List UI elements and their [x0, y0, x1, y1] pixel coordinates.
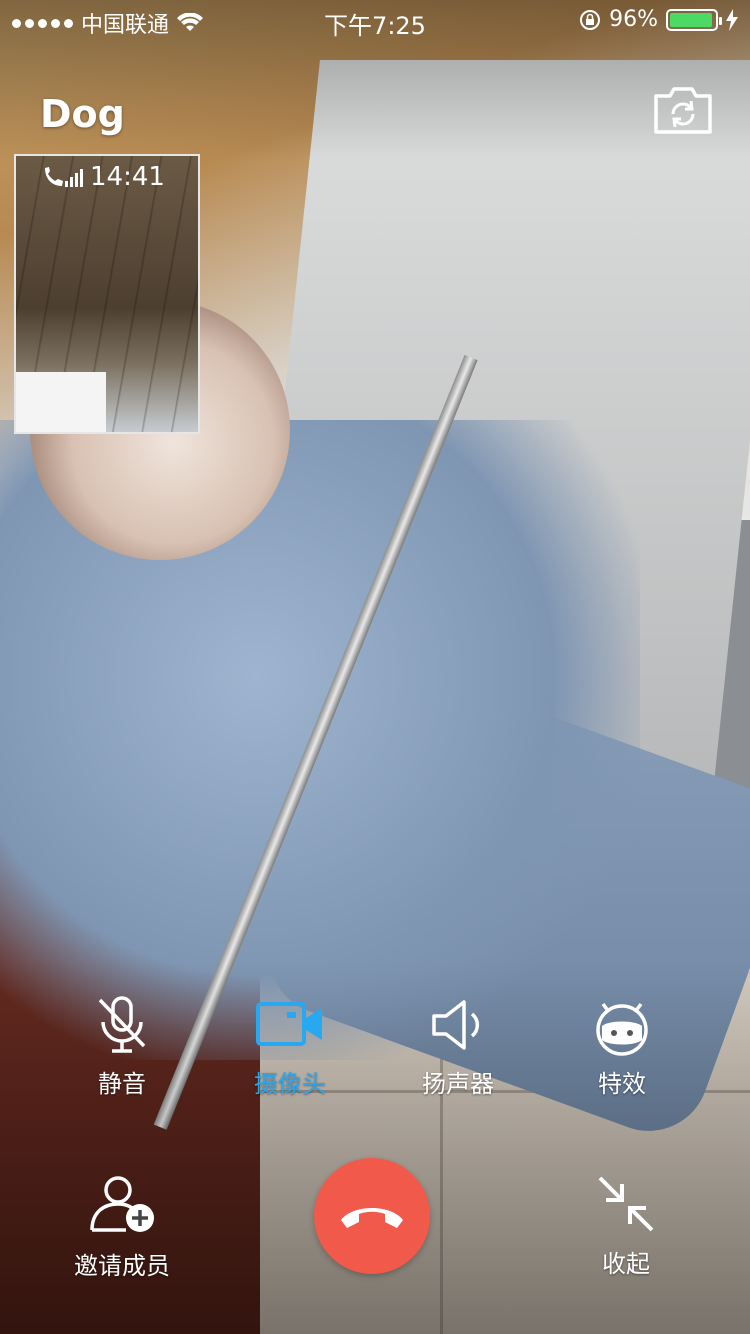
minimize-button[interactable]: 收起 [546, 1172, 706, 1279]
self-view-pip[interactable]: 14:41 [14, 154, 200, 434]
contact-name: Dog [40, 92, 125, 136]
mute-label: 静音 [98, 1070, 146, 1098]
speaker-icon [432, 1000, 480, 1050]
speaker-label: 扬声器 [422, 1070, 494, 1098]
orientation-lock-icon [580, 9, 601, 30]
video-camera-icon [256, 1002, 322, 1046]
hang-up-icon [341, 1208, 403, 1228]
invite-label: 邀请成员 [74, 1252, 170, 1280]
switch-camera-icon[interactable] [652, 84, 714, 136]
battery-icon [666, 8, 722, 31]
mic-muted-icon [98, 996, 146, 1053]
effects-button[interactable]: 特效 [542, 994, 702, 1099]
charging-bolt-icon [726, 8, 738, 31]
minimize-label: 收起 [602, 1250, 650, 1278]
invite-member-button[interactable]: 邀请成员 [42, 1172, 202, 1281]
robot-face-icon [596, 1002, 648, 1056]
hang-up-button[interactable] [314, 1158, 430, 1274]
camera-label: 摄像头 [254, 1070, 326, 1098]
mute-button[interactable]: 静音 [42, 994, 202, 1099]
pip-call-time: 14:41 [90, 162, 165, 192]
battery-fill [670, 12, 712, 27]
battery-percent: 96% [609, 7, 658, 32]
status-right: 96% [579, 7, 738, 32]
phone-signal-icon [45, 167, 83, 187]
effects-label: 特效 [598, 1070, 646, 1098]
add-user-icon [90, 1176, 154, 1232]
minimize-arrows-icon [598, 1176, 654, 1232]
camera-toggle-button[interactable]: 摄像头 [210, 994, 370, 1099]
pip-status: 14:41 [42, 162, 165, 192]
speaker-button[interactable]: 扬声器 [378, 994, 538, 1099]
status-bar: 中国联通 下午7:25 96% [0, 0, 750, 40]
